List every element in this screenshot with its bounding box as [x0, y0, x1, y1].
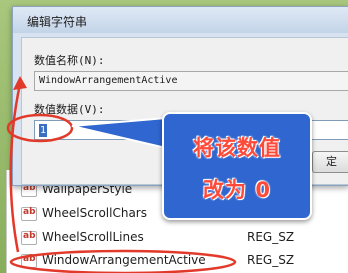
- value-name: WheelScrollChars: [42, 206, 147, 220]
- value-type: REG_SZ: [247, 253, 295, 267]
- list-item-selected[interactable]: ab WindowArrangementActive REG_SZ: [7, 251, 348, 272]
- value-data-label: 数值数据(V):: [34, 103, 105, 116]
- string-value-icon: ab: [21, 254, 37, 268]
- ok-button[interactable]: 定: [312, 151, 348, 173]
- dialog-title: 编辑字符串: [27, 15, 88, 29]
- value-name: WheelScrollLines: [42, 230, 144, 244]
- instruction-callout: 将该数值 改为 0: [162, 112, 312, 220]
- value-name-label: 数值名称(N):: [34, 54, 105, 67]
- string-value-icon: ab: [21, 231, 37, 245]
- value-name-field: WindowArrangementActive: [34, 71, 348, 91]
- value-data-text: 1: [39, 124, 48, 137]
- callout-text-line1: 将该数值: [193, 136, 281, 160]
- list-item[interactable]: ab WheelScrollLines REG_SZ: [7, 228, 348, 249]
- dialog-titlebar[interactable]: 编辑字符串: [13, 7, 348, 33]
- string-value-icon: ab: [21, 207, 37, 221]
- value-name: WindowArrangementActive: [42, 253, 206, 267]
- value-name-text: WindowArrangementActive: [39, 75, 178, 86]
- value-type: REG_SZ: [247, 230, 295, 244]
- callout-text-line2: 改为 0: [203, 178, 271, 202]
